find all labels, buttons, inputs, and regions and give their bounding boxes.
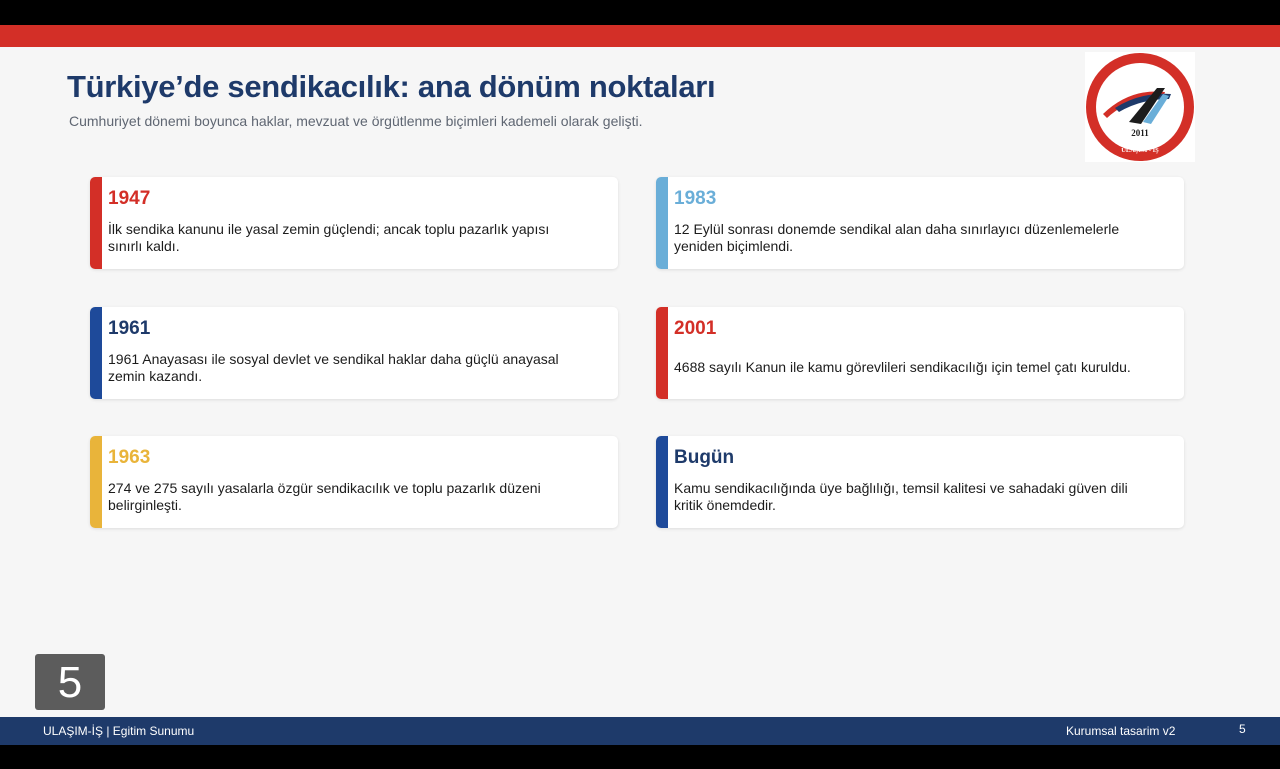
card-accent — [656, 307, 668, 399]
slide: Türkiye’de sendikacılık: ana dönüm nokta… — [0, 25, 1280, 745]
card-accent — [90, 436, 102, 528]
footer-brand: ULAŞIM-İŞ | Egitim Sunumu — [43, 724, 195, 738]
page-title: Türkiye’de sendikacılık: ana dönüm nokta… — [67, 69, 716, 104]
card-description: 274 ve 275 sayılı yasalarla özgür sendik… — [108, 480, 541, 513]
card-year: 1983 — [674, 188, 717, 209]
card-year: Bugün — [674, 447, 735, 468]
timeline-card-1983: 1983 12 Eylül sonrası donemde sendikal a… — [656, 177, 1184, 269]
card-accent — [90, 307, 102, 399]
timeline-card-bugun: Bugün Kamu sendikacılığında üye bağlılığ… — [656, 436, 1184, 528]
card-year: 1963 — [108, 447, 151, 468]
card-description: Kamu sendikacılığında üye bağlılığı, tem… — [674, 480, 1128, 513]
card-year: 1961 — [108, 318, 151, 339]
card-description: İlk sendika kanunu ile yasal zemin güçle… — [108, 221, 550, 254]
card-accent — [90, 177, 102, 269]
timeline-card-1947: 1947 İlk sendika kanunu ile yasal zemin … — [90, 177, 618, 269]
footer-version: Kurumsal tasarim v2 — [1066, 724, 1176, 738]
svg-text:2011: 2011 — [1131, 128, 1149, 138]
footer-bar: ULAŞIM-İŞ | Egitim Sunumu Kurumsal tasar… — [0, 717, 1280, 745]
card-year: 1947 — [108, 188, 151, 209]
timeline-card-1963: 1963 274 ve 275 sayılı yasalarla özgür s… — [90, 436, 618, 528]
card-description: 12 Eylül sonrası donemde sendikal alan d… — [674, 221, 1120, 254]
timeline-card-2001: 2001 4688 sayılı Kanun ile kamu görevlil… — [656, 307, 1184, 399]
card-description: 4688 sayılı Kanun ile kamu görevlileri s… — [674, 359, 1131, 375]
page-subtitle: Cumhuriyet dönemi boyunca haklar, mevzua… — [69, 113, 643, 129]
card-year: 2001 — [674, 318, 717, 339]
top-accent-bar — [0, 25, 1280, 47]
timeline-card-1961: 1961 1961 Anayasası ile sosyal devlet ve… — [90, 307, 618, 399]
card-accent — [656, 177, 668, 269]
page-number-badge: 5 — [35, 654, 105, 710]
union-logo: ULAŞTIRMA HİZMETLERİ KOLU KAMU EMEKÇİLER… — [1085, 52, 1195, 162]
card-accent — [656, 436, 668, 528]
card-description: 1961 Anayasası ile sosyal devlet ve send… — [108, 351, 559, 384]
svg-text:ULAŞIM - İŞ: ULAŞIM - İŞ — [1121, 147, 1159, 154]
footer-page-number: 5 — [1239, 722, 1246, 736]
